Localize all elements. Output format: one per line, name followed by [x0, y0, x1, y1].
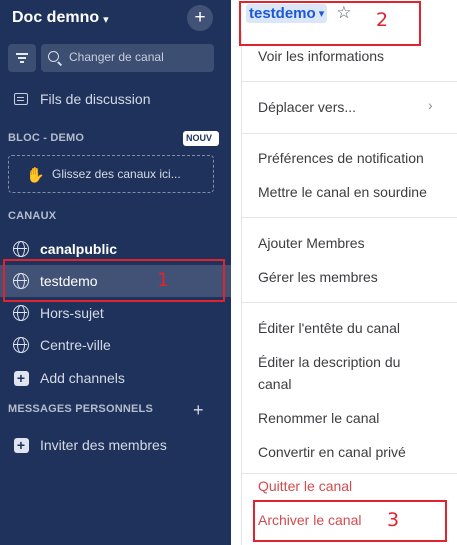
sidebar-item-label: Fils de discussion [40, 91, 151, 107]
annotation-number-2: 2 [376, 9, 389, 31]
menu-divider [242, 217, 457, 218]
sidebar-item-label: Hors-sujet [40, 305, 104, 321]
channel-switcher-input[interactable]: Changer de canal [41, 44, 214, 72]
annotation-box-3 [253, 500, 447, 542]
sidebar-item-threads[interactable]: Fils de discussion [0, 83, 231, 115]
chevron-right-icon: › [428, 97, 433, 113]
menu-item-mute-channel[interactable]: Mettre le canal en sourdine [258, 181, 427, 203]
team-menu-button[interactable]: Doc demno ▾ [12, 7, 109, 29]
add-channels-label: Add channels [40, 370, 125, 386]
menu-divider [242, 81, 457, 82]
menu-item-convert-private[interactable]: Convertir en canal privé [258, 441, 406, 463]
divider [231, 0, 241, 545]
menu-item-view-info[interactable]: Voir les informations [258, 45, 384, 67]
plus-icon: + [13, 437, 29, 453]
channel-menu: Voir les informations Déplacer vers... ›… [241, 31, 457, 545]
menu-item-move-to[interactable]: Déplacer vers... [258, 96, 356, 118]
invite-members-label: Inviter des membres [40, 437, 167, 453]
new-item-button[interactable]: + [187, 5, 213, 31]
menu-divider [242, 302, 457, 303]
search-placeholder: Changer de canal [69, 50, 164, 64]
menu-item-edit-description-cont[interactable]: canal [258, 373, 291, 395]
globe-icon [13, 241, 29, 257]
menu-item-leave[interactable]: Quitter le canal [258, 475, 352, 497]
team-name: Doc demno [12, 9, 100, 26]
category-header-bloc[interactable]: BLOC - DEMO [8, 132, 84, 144]
menu-item-edit-header[interactable]: Éditer l'entête du canal [258, 317, 400, 339]
drop-zone-text: Glissez des canaux ici... [52, 167, 181, 181]
menu-item-manage-members[interactable]: Gérer les membres [258, 266, 378, 288]
menu-item-add-members[interactable]: Ajouter Membres [258, 232, 365, 254]
threads-icon [14, 93, 28, 105]
menu-item-rename[interactable]: Renommer le canal [258, 407, 379, 429]
menu-divider [242, 473, 457, 474]
search-icon [48, 51, 59, 62]
annotation-box-2 [239, 1, 421, 46]
menu-item-notification-prefs[interactable]: Préférences de notification [258, 147, 424, 169]
category-header-dm[interactable]: MESSAGES PERSONNELS [8, 403, 153, 415]
add-dm-button[interactable]: + [193, 400, 204, 421]
chevron-down-icon: ▾ [103, 13, 109, 26]
sidebar-item-label: canalpublic [40, 241, 118, 257]
category-header-channels[interactable]: CANAUX [8, 210, 56, 222]
annotation-box-1 [3, 259, 225, 302]
sidebar-item-centre-ville[interactable]: Centre-ville [0, 329, 231, 361]
hand-icon: ✋ [26, 167, 45, 184]
globe-icon [13, 337, 29, 353]
add-channels-button[interactable]: + Add channels [0, 362, 231, 394]
filter-icon[interactable] [8, 44, 36, 72]
menu-divider [242, 133, 457, 134]
sidebar-item-label: Centre-ville [40, 337, 111, 353]
invite-members-button[interactable]: + Inviter des membres [0, 429, 231, 461]
globe-icon [13, 305, 29, 321]
new-badge: NOUV [183, 131, 219, 146]
annotation-number-3: 3 [387, 509, 400, 531]
app-root: Doc demno ▾ + Changer de canal Fils de d… [0, 0, 457, 545]
annotation-number-1: 1 [157, 269, 170, 291]
drop-zone: ✋ Glissez des canaux ici... [8, 155, 214, 193]
menu-item-edit-description[interactable]: Éditer la description du [258, 351, 400, 373]
plus-icon: + [13, 370, 29, 386]
